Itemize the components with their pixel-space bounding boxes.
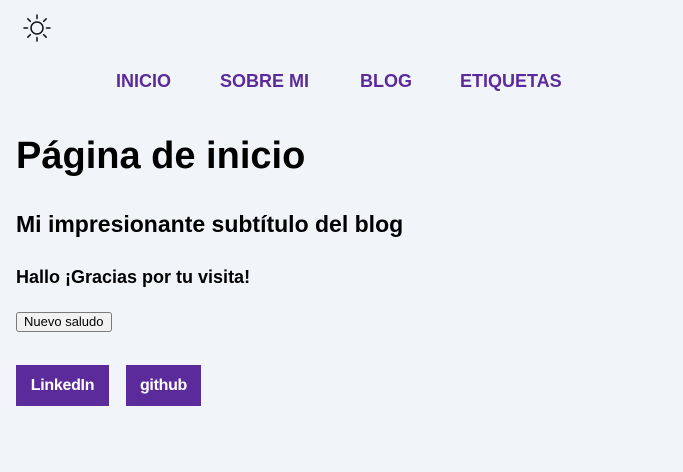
- page-title: Página de inicio: [16, 135, 306, 177]
- page-subtitle: Mi impresionante subtítulo del blog: [16, 211, 404, 237]
- greeting-text: Hallo ¡Gracias por tu visita!: [16, 267, 251, 287]
- main-nav: INICIO SOBRE MI BLOG ETIQUETAS: [0, 70, 683, 92]
- github-button[interactable]: github: [126, 365, 201, 406]
- new-greeting-button[interactable]: Nuevo saludo: [16, 312, 112, 332]
- nav-item-blog[interactable]: BLOG: [360, 70, 412, 92]
- nav-item-etiquetas[interactable]: ETIQUETAS: [460, 70, 562, 92]
- nav-item-inicio[interactable]: INICIO: [116, 70, 171, 92]
- sun-icon: [21, 12, 53, 49]
- theme-toggle-button[interactable]: [20, 13, 54, 47]
- linkedin-button[interactable]: LinkedIn: [16, 365, 109, 406]
- nav-item-sobre-mi[interactable]: SOBRE MI: [220, 70, 309, 92]
